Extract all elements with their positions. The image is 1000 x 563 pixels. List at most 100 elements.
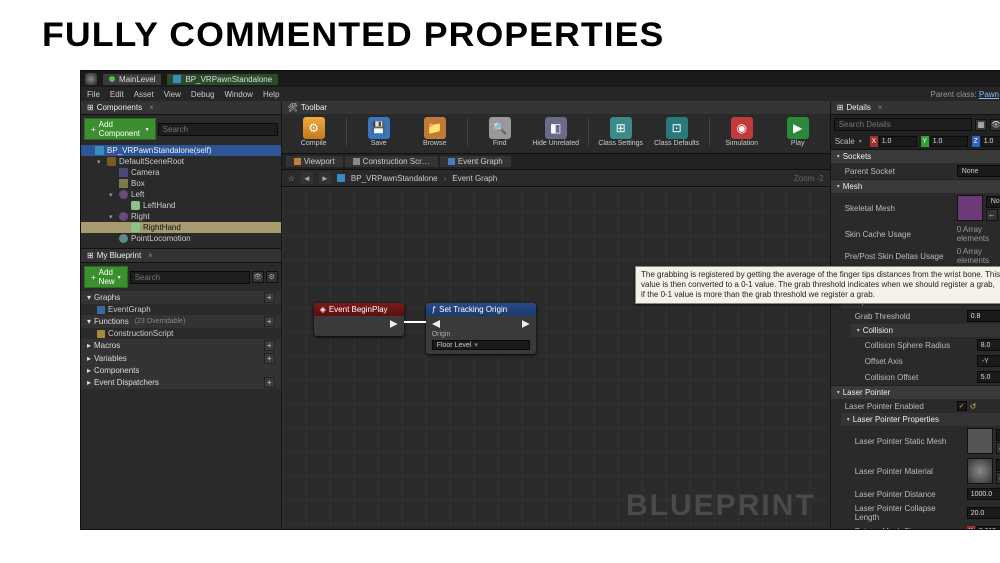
event-graph-canvas[interactable]: ◈Event BeginPlay ƒSet Tracking Origin Or…: [282, 187, 830, 529]
crumb-asset[interactable]: BP_VRPawnStandalone: [351, 174, 438, 183]
function-item[interactable]: ConstructionScript: [81, 328, 281, 339]
menu-asset[interactable]: Asset: [134, 90, 154, 99]
use-selected-icon[interactable]: ←: [986, 209, 998, 221]
details-panel-tab[interactable]: ⊞Details×: [831, 101, 1000, 115]
myblueprint-search-input[interactable]: [130, 271, 250, 284]
numeric-input[interactable]: 20.0: [967, 507, 1000, 519]
scale-z-field[interactable]: Z: [972, 136, 1000, 147]
titlebar-tab-level[interactable]: MainLevel: [103, 74, 161, 85]
menu-debug[interactable]: Debug: [191, 90, 215, 99]
vec-x-field[interactable]: X: [967, 526, 1000, 529]
tree-row[interactable]: LeftHand: [81, 200, 281, 211]
menu-edit[interactable]: Edit: [110, 90, 124, 99]
material-combo[interactable]: MI_LaserBeam▾: [996, 459, 1000, 471]
tab-viewport[interactable]: Viewport: [286, 156, 343, 167]
node-event-beginplay[interactable]: ◈Event BeginPlay: [314, 303, 404, 336]
nav-fwd-button[interactable]: ►: [319, 172, 331, 184]
titlebar-tab-blueprint[interactable]: BP_VRPawnStandalone: [167, 74, 278, 85]
exec-out-pin[interactable]: [522, 320, 530, 328]
add-icon[interactable]: +: [264, 353, 275, 364]
numeric-input[interactable]: 5.0: [977, 371, 1000, 383]
settings-icon[interactable]: ⚙: [266, 271, 278, 283]
scale-y-field[interactable]: Y: [921, 136, 968, 147]
tree-row[interactable]: Camera: [81, 167, 281, 178]
numeric-input[interactable]: 8.0: [977, 339, 1000, 351]
scale-x-field[interactable]: X: [870, 136, 917, 147]
toolbar-browse-button[interactable]: 📁Browse: [409, 117, 461, 147]
toolbar-find-button[interactable]: 🔍Find: [474, 117, 526, 147]
graphs-header[interactable]: ▾Graphs+: [81, 291, 281, 304]
tree-row-selected[interactable]: RightHand: [81, 222, 281, 233]
add-component-button[interactable]: +Add Component▾: [84, 118, 156, 140]
variables-header[interactable]: ▸Variables+: [81, 352, 281, 365]
exec-out-pin[interactable]: [390, 320, 398, 328]
view-options-icon[interactable]: 👁: [252, 271, 264, 283]
numeric-input[interactable]: 0.8: [967, 310, 1000, 322]
cat-laser-props-header[interactable]: ▾Laser Pointer Properties: [841, 413, 1000, 426]
dispatchers-header[interactable]: ▸Event Dispatchers+: [81, 376, 281, 389]
tree-row[interactable]: PointLocomotion: [81, 233, 281, 244]
add-new-button[interactable]: +Add New▾: [84, 266, 128, 288]
toolbar-save-button[interactable]: 💾Save: [353, 117, 405, 147]
cat-mesh-header[interactable]: ▾Mesh: [831, 180, 1000, 193]
eye-icon[interactable]: 👁: [990, 119, 1000, 131]
use-selected-icon[interactable]: ←: [996, 472, 1000, 484]
toolbar-classdefaults-button[interactable]: ⊡Class Defaults: [651, 117, 703, 147]
asset-thumbnail[interactable]: [967, 428, 993, 454]
blueprint-icon: [337, 174, 345, 182]
add-icon[interactable]: +: [264, 316, 275, 327]
parent-class-link[interactable]: Pawn: [979, 90, 999, 99]
tree-row[interactable]: ▾DefaultSceneRoot: [81, 156, 281, 167]
cat-collision-header[interactable]: ▾Collision: [851, 324, 1000, 337]
add-icon[interactable]: +: [264, 340, 275, 351]
close-icon[interactable]: ×: [148, 251, 153, 260]
mesh-combo[interactable]: SM_BeamMesh▾: [996, 429, 1000, 441]
locomotion-icon: [119, 234, 128, 243]
menu-window[interactable]: Window: [224, 90, 252, 99]
add-icon[interactable]: +: [264, 377, 275, 388]
close-icon[interactable]: ×: [878, 103, 883, 112]
components-search-input[interactable]: [158, 123, 278, 136]
close-icon[interactable]: ×: [149, 103, 154, 112]
tree-root[interactable]: BP_VRPawnStandalone(self): [81, 145, 281, 156]
macros-header[interactable]: ▸Macros+: [81, 339, 281, 352]
tree-row[interactable]: ▾Left: [81, 189, 281, 200]
reset-icon[interactable]: ↺: [970, 402, 977, 411]
menu-help[interactable]: Help: [263, 90, 279, 99]
toolbar-play-button[interactable]: ▶Play: [772, 117, 824, 147]
graph-item[interactable]: EventGraph: [81, 304, 281, 315]
tree-row[interactable]: Box: [81, 178, 281, 189]
toolbar-simulation-button[interactable]: ◉Simulation: [716, 117, 768, 147]
cat-sockets-header[interactable]: ▾Sockets: [831, 150, 1000, 163]
details-search-input[interactable]: [834, 118, 972, 131]
toolbar-classsettings-button[interactable]: ⊞Class Settings: [595, 117, 647, 147]
numeric-input[interactable]: 1000.0: [967, 488, 1000, 500]
nav-back-button[interactable]: ◄: [301, 172, 313, 184]
asset-thumbnail[interactable]: [957, 195, 983, 221]
node-set-tracking-origin[interactable]: ƒSet Tracking Origin Origin Floor Level▾: [426, 303, 536, 354]
use-selected-icon[interactable]: ←: [996, 442, 1000, 454]
crumb-graph[interactable]: Event Graph: [452, 174, 497, 183]
components-panel-tab[interactable]: ⊞Components×: [81, 101, 281, 115]
add-icon[interactable]: +: [264, 292, 275, 303]
checkbox[interactable]: ✓: [957, 401, 967, 411]
socket-combo[interactable]: None: [957, 165, 1000, 177]
property-matrix-icon[interactable]: ▦: [975, 119, 987, 131]
components-header[interactable]: ▸Components: [81, 365, 281, 376]
toolbar-hide-button[interactable]: ◧Hide Unrelated: [530, 117, 582, 147]
functions-header[interactable]: ▾Functions(23 Overridable)+: [81, 315, 281, 328]
exec-in-pin[interactable]: [432, 320, 440, 328]
axis-combo[interactable]: -Y▾: [977, 355, 1000, 367]
cat-laser-header[interactable]: ▾Laser Pointer: [831, 386, 1000, 399]
favorite-icon[interactable]: ☆: [288, 174, 295, 183]
tab-eventgraph[interactable]: Event Graph: [440, 156, 511, 167]
tree-row[interactable]: ▾Right: [81, 211, 281, 222]
asset-thumbnail[interactable]: [967, 458, 993, 484]
enum-dropdown[interactable]: Floor Level▾: [432, 340, 530, 350]
mesh-combo[interactable]: None▾: [986, 196, 1000, 208]
menu-view[interactable]: View: [164, 90, 181, 99]
toolbar-compile-button[interactable]: ⚙Compile: [288, 117, 340, 147]
tab-construction[interactable]: Construction Scr…: [345, 156, 438, 167]
myblueprint-panel-tab[interactable]: ⊞My Blueprint×: [81, 249, 281, 263]
menu-file[interactable]: File: [87, 90, 100, 99]
